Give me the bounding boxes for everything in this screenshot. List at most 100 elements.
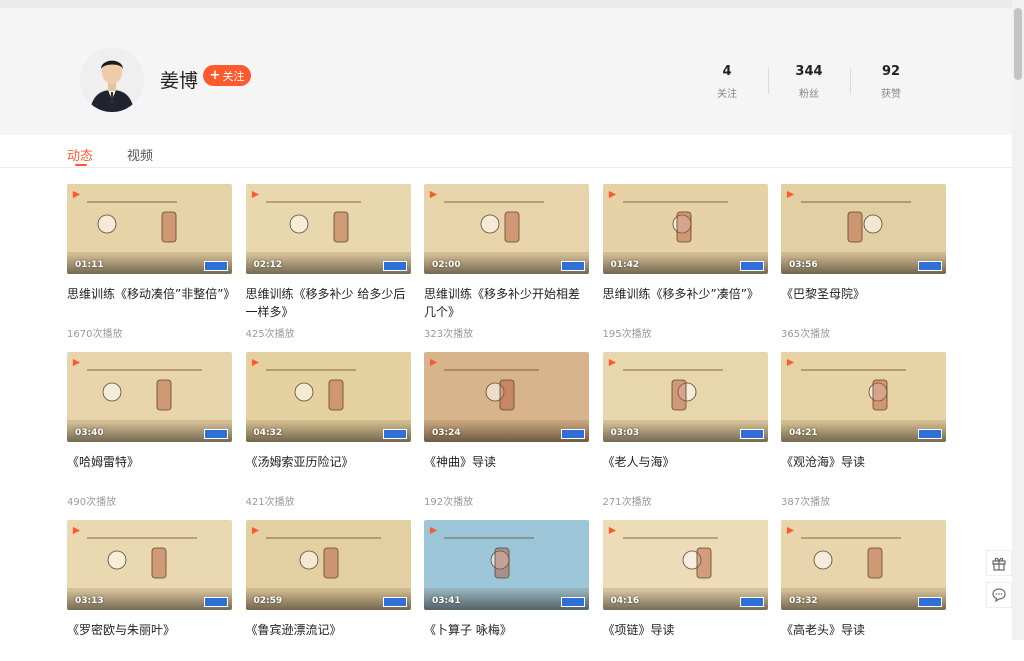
follow-label: 关注 [222, 69, 245, 83]
video-thumbnail[interactable]: 03:56 [781, 184, 946, 274]
video-title[interactable]: 《哈姆雷特》 [67, 453, 232, 489]
video-title[interactable]: 《老人与海》 [603, 453, 768, 489]
play-mark-icon [786, 190, 795, 199]
video-duration: 02:12 [253, 260, 283, 270]
play-mark-icon [251, 526, 259, 535]
video-thumbnail[interactable]: 04:16 [602, 520, 768, 610]
video-title[interactable]: 思维训练《移动凑倍”非整倍”》 [67, 285, 232, 321]
channel-badge-icon [739, 429, 764, 439]
video-title[interactable]: 《巴黎圣母院》 [781, 285, 946, 321]
tab-dynamics[interactable]: 动态 [67, 145, 93, 164]
video-thumbnail[interactable]: 01:11 [67, 184, 232, 274]
video-thumbnail[interactable]: 02:59 [245, 520, 411, 610]
video-thumbnail[interactable]: 01:42 [602, 184, 768, 274]
video-play-count: 192次播放 [424, 497, 474, 508]
play-mark-icon [429, 526, 438, 535]
channel-badge-icon [739, 261, 764, 271]
video-thumbnail[interactable]: 03:41 [424, 520, 589, 610]
video-card[interactable]: 03:24 《神曲》导读 192次播放 [424, 352, 589, 508]
video-title[interactable]: 《鲁宾逊漂流记》 [246, 621, 411, 657]
video-title[interactable]: 《罗密欧与朱丽叶》 [67, 621, 232, 657]
video-card[interactable]: 02:00 思维训练《移多补少开始相差几个》 323次播放 [424, 184, 589, 340]
channel-badge-icon [204, 261, 228, 271]
gift-button[interactable] [986, 550, 1012, 576]
user-name: 姜博 [160, 70, 199, 92]
active-tab-indicator [75, 164, 87, 166]
play-mark-icon [786, 358, 795, 367]
play-mark-icon [608, 190, 616, 199]
channel-badge-icon [918, 261, 942, 271]
video-duration: 03:56 [789, 260, 818, 270]
video-card[interactable]: 01:42 思维训练《移多补少”凑倍”》 195次播放 [602, 184, 768, 340]
video-play-count: 425次播放 [245, 329, 295, 340]
channel-badge-icon [204, 597, 228, 607]
play-mark-icon [786, 526, 795, 535]
stat-following[interactable]: 4 关注 [686, 64, 768, 100]
video-title[interactable]: 《观沧海》导读 [781, 453, 946, 489]
stat-fans[interactable]: 344 粉丝 [768, 64, 850, 100]
video-play-count: 387次播放 [781, 497, 831, 508]
video-thumbnail[interactable]: 03:03 [602, 352, 768, 442]
avatar[interactable] [80, 48, 144, 112]
stat-label: 粉丝 [799, 89, 819, 100]
video-thumbnail[interactable]: 03:24 [424, 352, 589, 442]
stat-likes: 92 获赞 [850, 64, 932, 100]
video-card[interactable]: 04:32 《汤姆索亚历险记》 421次播放 [245, 352, 411, 508]
video-title[interactable]: 《项链》导读 [603, 621, 768, 657]
play-mark-icon [251, 190, 259, 199]
channel-badge-icon [561, 429, 585, 439]
video-card[interactable]: 03:03 《老人与海》 271次播放 [602, 352, 768, 508]
video-title[interactable]: 思维训练《移多补少”凑倍”》 [603, 285, 768, 321]
video-duration: 03:13 [75, 596, 104, 606]
video-title[interactable]: 思维训练《移多补少开始相差几个》 [424, 285, 589, 321]
video-title[interactable]: 《高老头》导读 [781, 621, 946, 657]
channel-badge-icon [382, 597, 407, 607]
channel-badge-icon [739, 597, 764, 607]
channel-badge-icon [382, 261, 407, 271]
video-thumbnail[interactable]: 04:21 [781, 352, 946, 442]
tab-videos[interactable]: 视频 [127, 145, 153, 164]
video-card[interactable]: 01:11 思维训练《移动凑倍”非整倍”》 1670次播放 [67, 184, 232, 340]
video-title[interactable]: 《卜算子 咏梅》 [424, 621, 589, 657]
video-duration: 03:32 [789, 596, 818, 606]
video-duration: 03:40 [75, 428, 104, 438]
video-play-count: 195次播放 [602, 329, 652, 340]
follow-button[interactable]: + 关注 [203, 65, 251, 86]
video-play-count: 1670次播放 [67, 329, 123, 340]
scrollbar-thumb[interactable] [1014, 8, 1022, 80]
video-duration: 04:16 [610, 596, 640, 606]
page-scrollbar[interactable] [1012, 0, 1024, 640]
video-card[interactable]: 03:40 《哈姆雷特》 490次播放 [67, 352, 232, 508]
video-card[interactable]: 04:21 《观沧海》导读 387次播放 [781, 352, 946, 508]
video-duration: 02:00 [432, 260, 461, 270]
video-title[interactable]: 思维训练《移多补少 给多少后一样多》 [246, 285, 411, 321]
video-thumbnail[interactable]: 04:32 [245, 352, 411, 442]
video-thumbnail[interactable]: 02:12 [245, 184, 411, 274]
video-title[interactable]: 《神曲》导读 [424, 453, 589, 489]
profile-header: 姜博 + 关注 4 关注 344 粉丝 92 获赞 [0, 0, 1012, 135]
channel-badge-icon [204, 429, 228, 439]
video-title[interactable]: 《汤姆索亚历险记》 [246, 453, 411, 489]
feedback-button[interactable] [986, 582, 1012, 608]
video-thumbnail[interactable]: 03:13 [67, 520, 232, 610]
channel-badge-icon [918, 597, 942, 607]
profile-stats: 4 关注 344 粉丝 92 获赞 [686, 64, 932, 100]
play-mark-icon [72, 358, 81, 367]
video-card[interactable]: 02:12 思维训练《移多补少 给多少后一样多》 425次播放 [245, 184, 411, 340]
video-play-count: 490次播放 [67, 497, 117, 508]
side-tools [986, 550, 1012, 614]
chat-icon [992, 588, 1006, 603]
video-card[interactable]: 03:56 《巴黎圣母院》 365次播放 [781, 184, 946, 340]
channel-badge-icon [561, 261, 585, 271]
video-duration: 01:11 [75, 260, 104, 270]
plus-icon: + [209, 68, 221, 83]
video-thumbnail[interactable]: 03:40 [67, 352, 232, 442]
video-duration: 01:42 [610, 260, 640, 270]
video-thumbnail[interactable]: 03:32 [781, 520, 946, 610]
video-play-count: 365次播放 [781, 329, 831, 340]
video-thumbnail[interactable]: 02:00 [424, 184, 589, 274]
stat-value: 4 [722, 64, 732, 79]
channel-badge-icon [918, 429, 942, 439]
video-play-count: 421次播放 [245, 497, 295, 508]
play-mark-icon [72, 190, 81, 199]
